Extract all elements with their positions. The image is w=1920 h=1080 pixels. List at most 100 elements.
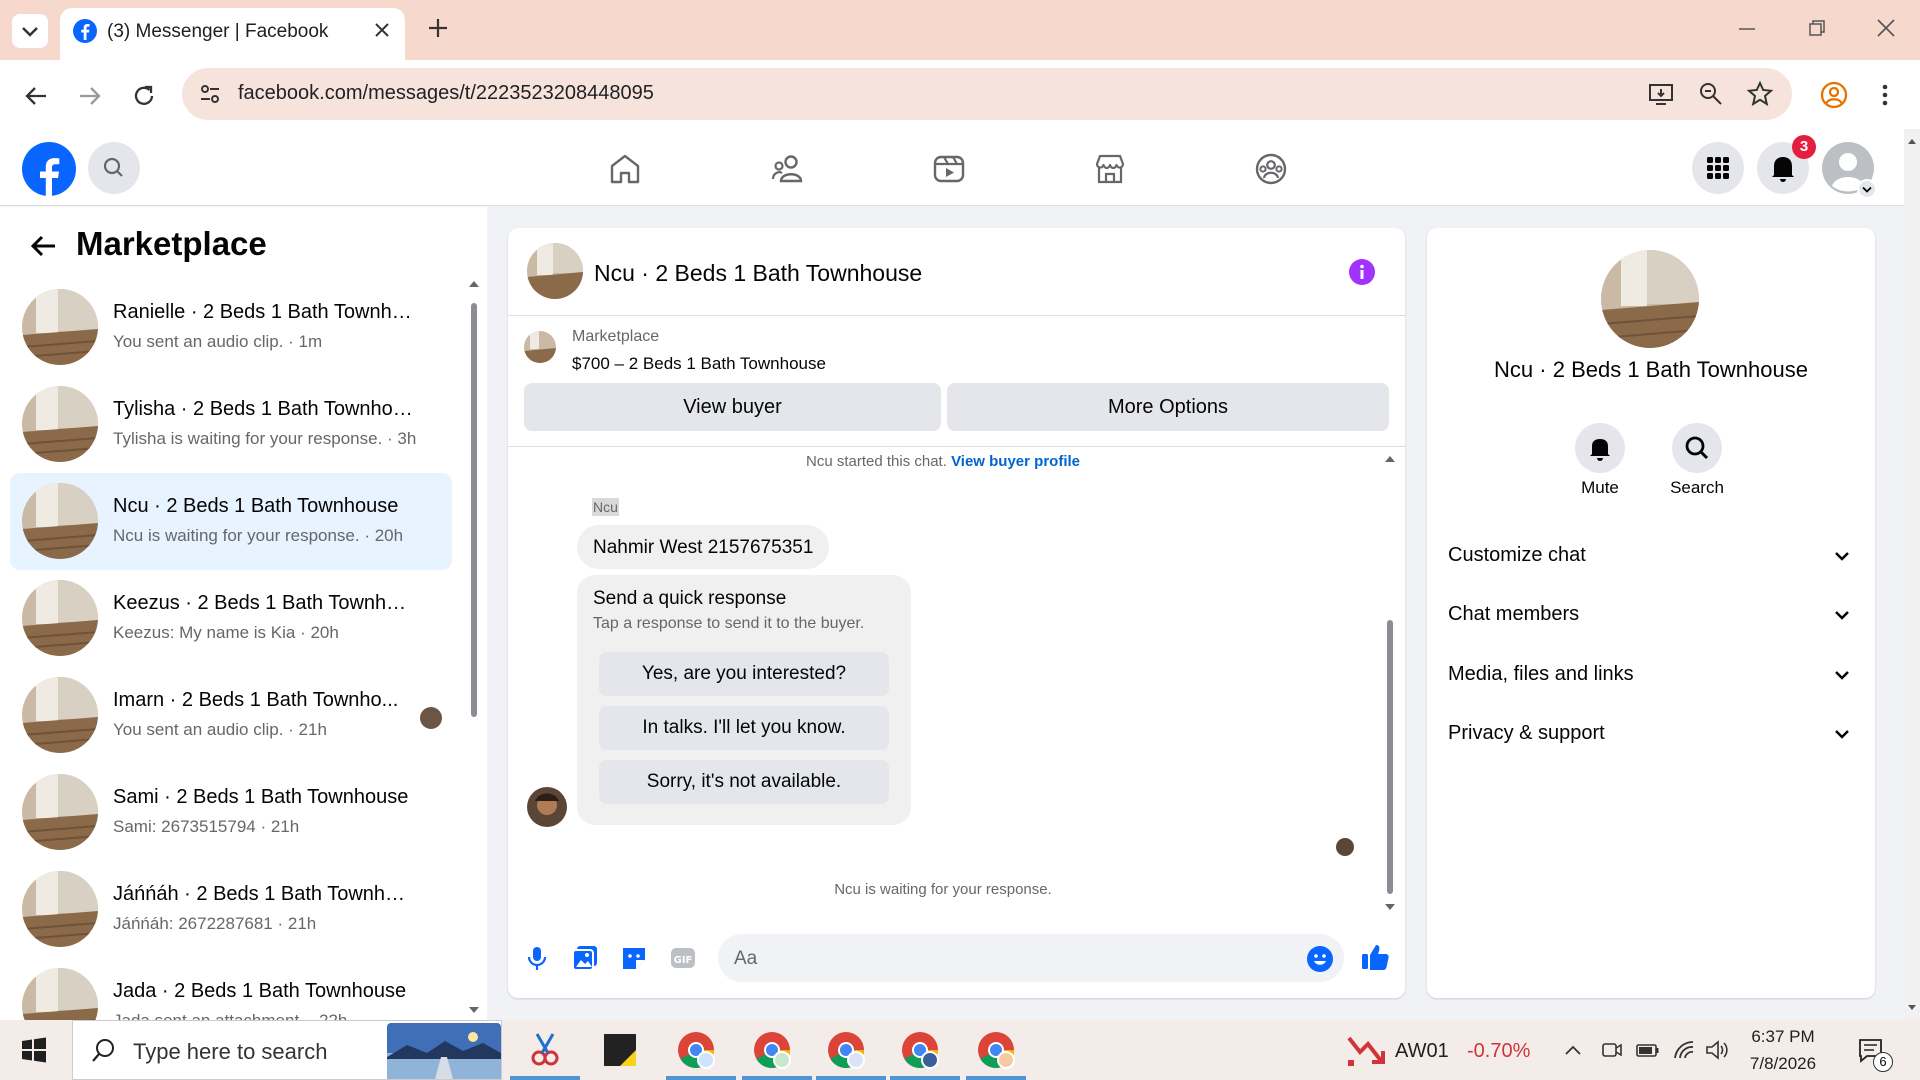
stock-change[interactable]: -0.70% — [1467, 1040, 1530, 1063]
tab-title: (3) Messenger | Facebook — [107, 21, 329, 42]
taskbar-search[interactable]: Type here to search — [72, 1020, 502, 1080]
search-icon — [103, 157, 123, 177]
message-input[interactable]: Aa — [718, 934, 1344, 982]
forward-icon[interactable] — [76, 82, 104, 110]
install-app-icon[interactable] — [1648, 81, 1674, 107]
chrome-icon[interactable] — [676, 1030, 716, 1070]
restore-button[interactable] — [1805, 16, 1829, 40]
message-input-placeholder: Aa — [734, 948, 758, 969]
groups-icon[interactable] — [1253, 151, 1289, 187]
back-arrow-icon[interactable] — [28, 231, 58, 261]
chat-title[interactable]: Ncu · 2 Beds 1 Bath Townhouse — [594, 260, 922, 287]
search-in-chat-button[interactable] — [1672, 423, 1722, 473]
customize-chat-section[interactable]: Customize chat — [1448, 544, 1586, 567]
battery-icon[interactable] — [1635, 1038, 1661, 1062]
details-avatar — [1601, 250, 1699, 348]
site-info-icon[interactable] — [198, 82, 222, 106]
sticker-icon[interactable] — [620, 944, 648, 972]
friends-icon[interactable] — [770, 151, 806, 187]
chat-avatar[interactable] — [527, 243, 583, 299]
gif-icon[interactable]: GIF — [669, 944, 697, 972]
meet-now-icon[interactable] — [1600, 1038, 1624, 1062]
view-buyer-profile-link[interactable]: View buyer profile — [951, 453, 1080, 470]
zoom-icon[interactable] — [1698, 81, 1724, 107]
conversation-list-scrollbar[interactable] — [468, 277, 480, 1017]
quick-response-button[interactable]: Sorry, it's not available. — [599, 760, 889, 804]
stock-name[interactable]: AW01 — [1395, 1040, 1449, 1063]
show-hidden-icons-icon[interactable] — [1563, 1040, 1583, 1060]
search-icon — [1685, 436, 1709, 460]
listing-thumbnail — [22, 386, 98, 462]
listing-title[interactable]: $700 – 2 Beds 1 Bath Townhouse — [572, 354, 826, 374]
like-icon[interactable] — [1360, 942, 1390, 972]
emoji-icon[interactable] — [1306, 945, 1334, 973]
facebook-search-button[interactable] — [88, 142, 140, 194]
active-indicator — [966, 1076, 1026, 1080]
conversation-name: Ncu · 2 Beds 1 Bath Townhouse — [113, 495, 399, 517]
conversation-item[interactable]: Imarn · 2 Beds 1 Bath Townho... You sent… — [10, 667, 452, 764]
conversation-name: Tylisha · 2 Beds 1 Bath Townhouse — [113, 398, 413, 420]
reload-icon[interactable] — [130, 82, 158, 110]
quick-response-button[interactable]: Yes, are you interested? — [599, 652, 889, 696]
profile-icon[interactable] — [1819, 80, 1849, 110]
address-bar[interactable]: facebook.com/messages/t/2223523208448095 — [182, 68, 1792, 120]
minimize-button[interactable] — [1735, 16, 1759, 40]
chrome-icon[interactable] — [976, 1030, 1016, 1070]
listing-thumbnail — [22, 580, 98, 656]
sticky-notes-icon[interactable] — [600, 1030, 640, 1070]
conversation-item[interactable]: Tylisha · 2 Beds 1 Bath Townhouse Tylish… — [10, 376, 452, 473]
conversation-item[interactable]: Jáńńáh · 2 Beds 1 Bath Townhouse Jáńńáh:… — [10, 861, 452, 958]
home-icon[interactable] — [607, 151, 643, 187]
snipping-tool-icon[interactable] — [525, 1030, 565, 1070]
browser-menu-icon[interactable] — [1878, 80, 1892, 110]
close-window-button[interactable] — [1874, 16, 1898, 40]
view-buyer-button[interactable]: View buyer — [524, 383, 941, 431]
microphone-icon[interactable] — [524, 944, 550, 972]
wifi-icon[interactable] — [1672, 1038, 1696, 1062]
tab-close-icon[interactable] — [372, 20, 392, 40]
media-files-links-section[interactable]: Media, files and links — [1448, 663, 1634, 686]
info-icon[interactable] — [1348, 258, 1376, 286]
chat-started-text: Ncu started this chat. — [805, 453, 947, 470]
clock-date[interactable]: 7/8/2026 — [1738, 1054, 1828, 1074]
video-icon[interactable] — [931, 151, 967, 187]
panel-title: Marketplace — [76, 225, 267, 262]
chat-scrollbar[interactable] — [1384, 452, 1396, 914]
conversation-item[interactable]: Keezus · 2 Beds 1 Bath Townhouse Keezus:… — [10, 570, 452, 667]
chrome-icon[interactable] — [900, 1030, 940, 1070]
windows-start-icon[interactable] — [20, 1036, 48, 1064]
facebook-logo[interactable] — [21, 141, 77, 197]
chevron-down-icon[interactable] — [1830, 722, 1854, 746]
marketplace-icon[interactable] — [1092, 151, 1128, 187]
quick-response-button[interactable]: In talks. I'll let you know. — [599, 706, 889, 750]
active-indicator — [816, 1076, 886, 1080]
tab-list-button[interactable] — [12, 14, 48, 48]
page-scrollbar[interactable] — [1904, 129, 1920, 1020]
conversation-item-active[interactable]: Ncu · 2 Beds 1 Bath Townhouse Ncu is wai… — [10, 473, 452, 570]
new-tab-button[interactable] — [424, 14, 452, 42]
privacy-support-section[interactable]: Privacy & support — [1448, 722, 1605, 745]
conversation-item[interactable]: Sami · 2 Beds 1 Bath Townhouse Sami: 267… — [10, 764, 452, 861]
chevron-down-icon[interactable] — [1830, 663, 1854, 687]
mute-label: Mute — [1581, 478, 1619, 497]
menu-button[interactable] — [1692, 142, 1744, 194]
chat-members-section[interactable]: Chat members — [1448, 603, 1579, 626]
browser-tab[interactable]: (3) Messenger | Facebook — [60, 8, 405, 60]
back-icon[interactable] — [22, 82, 50, 110]
mute-button[interactable] — [1575, 423, 1625, 473]
more-options-button[interactable]: More Options — [947, 383, 1389, 431]
photo-icon[interactable] — [571, 944, 599, 972]
chrome-icon[interactable] — [752, 1030, 792, 1070]
chrome-icon[interactable] — [826, 1030, 866, 1070]
chevron-down-icon[interactable] — [1830, 544, 1854, 568]
bookmark-star-icon[interactable] — [1746, 80, 1774, 108]
account-avatar[interactable] — [1822, 142, 1878, 198]
stock-trend-icon[interactable] — [1346, 1032, 1386, 1068]
conversation-item[interactable]: Ranielle · 2 Beds 1 Bath Townho... You s… — [10, 279, 452, 376]
conversation-item[interactable]: Jada · 2 Beds 1 Bath Townhouse Jada sent… — [10, 958, 452, 1020]
clock-time[interactable]: 6:37 PM — [1738, 1027, 1828, 1047]
volume-icon[interactable] — [1704, 1038, 1730, 1062]
active-indicator — [742, 1076, 812, 1080]
chevron-down-icon[interactable] — [1830, 603, 1854, 627]
message-bubble[interactable]: Nahmir West 2157675351 — [577, 525, 830, 569]
